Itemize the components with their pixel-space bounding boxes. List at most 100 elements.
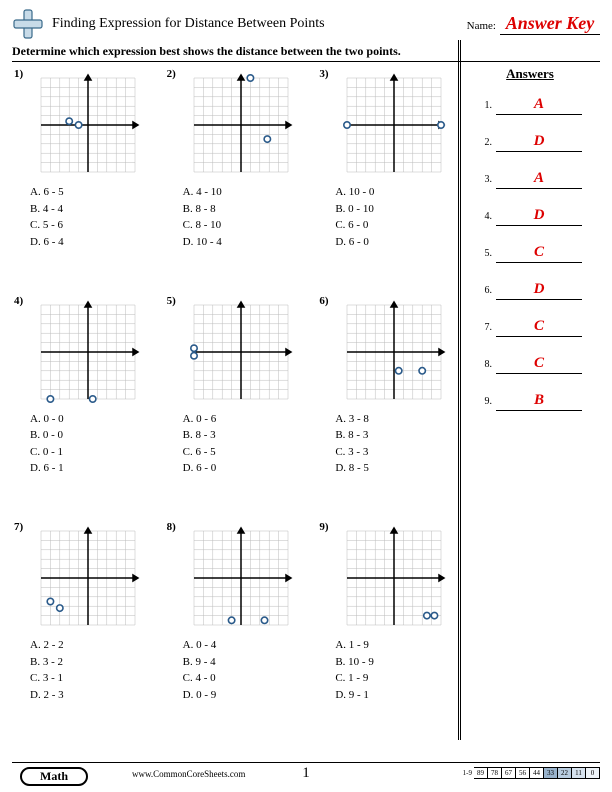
- instruction-text: Determine which expression best shows th…: [12, 44, 600, 62]
- choice: D. 10 - 4: [183, 234, 314, 251]
- answer-row: 1.A: [478, 96, 582, 115]
- choice: C. 8 - 10: [183, 217, 314, 234]
- answer-value: C: [496, 318, 582, 337]
- score-cell: 0: [586, 767, 600, 779]
- choice: C. 3 - 3: [335, 444, 466, 461]
- answer-choices: A. 0 - 4B. 9 - 4C. 4 - 0D. 0 - 9: [169, 637, 314, 703]
- answer-row: 3. A: [478, 170, 582, 189]
- problem-number: 4): [14, 295, 23, 307]
- problem-number: 9): [319, 521, 328, 533]
- coordinate-graph: [339, 70, 449, 180]
- cross-icon: [12, 8, 44, 40]
- score-cell: 33: [544, 767, 558, 779]
- choice: C. 3 - 1: [30, 670, 161, 687]
- score-cell: 56: [516, 767, 530, 779]
- choice: A. 4 - 10: [183, 184, 314, 201]
- answer-row: 7.C: [478, 318, 582, 337]
- choice: A. 6 - 5: [30, 184, 161, 201]
- column-divider: [460, 40, 461, 740]
- choice: B. 8 - 3: [335, 427, 466, 444]
- page-number: 1: [302, 765, 310, 782]
- choice: D. 0 - 9: [183, 687, 314, 704]
- coordinate-graph: [33, 70, 143, 180]
- coordinate-graph: [186, 523, 296, 633]
- column-divider: [458, 40, 459, 740]
- choice: A. 0 - 6: [183, 411, 314, 428]
- site-url: www.CommonCoreSheets.com: [132, 769, 245, 779]
- choice: D. 8 - 5: [335, 460, 466, 477]
- problem: 9) A. 1 - 9B. 10 - 9C. 1 - 9D. 9 - 1: [317, 519, 470, 746]
- problem: 6) A. 3 - 8B. 8 - 3C. 3 - 3D. 8 - 5: [317, 293, 470, 520]
- answer-key-label: Answer Key: [500, 13, 600, 35]
- answer-row: 4. D: [478, 207, 582, 226]
- problem: 7)A. 2 - 2B. 3 - 2C. 3 - 1D. 2 - 3: [12, 519, 165, 746]
- answer-row: 6.D: [478, 281, 582, 300]
- score-cell: 22: [558, 767, 572, 779]
- choice: A. 0 - 4: [183, 637, 314, 654]
- answer-value: D: [496, 207, 582, 226]
- answer-value: C: [496, 355, 582, 374]
- problem: 1)A. 6 - 5B. 4 - 4C. 5 - 6D. 6 - 4: [12, 66, 165, 293]
- choice: A. 2 - 2: [30, 637, 161, 654]
- answer-choices: A. 1 - 9B. 10 - 9C. 1 - 9D. 9 - 1: [321, 637, 466, 703]
- problem-number: 5): [167, 295, 176, 307]
- score-cell: 89: [474, 767, 488, 779]
- answers-header: Answers: [478, 66, 582, 82]
- problem: 2) A. 4 - 10B. 8 - 8C. 8 - 10D. 10 - 4: [165, 66, 318, 293]
- choice: B. 4 - 4: [30, 201, 161, 218]
- problem: 3) A. 10 - 0B. 0 - 10C. 6 - 0D. 6 - 0: [317, 66, 470, 293]
- name-label: Name:: [467, 20, 496, 32]
- answer-row: 5. C: [478, 244, 582, 263]
- page-title: Finding Expression for Distance Between …: [52, 16, 325, 32]
- problem: 5) A. 0 - 6B. 8 - 3C. 6 - 5D. 6 - 0: [165, 293, 318, 520]
- coordinate-graph: [186, 297, 296, 407]
- problem-number: 2): [167, 68, 176, 80]
- score-range-label: 1-9: [463, 767, 474, 779]
- answer-number: 4.: [478, 211, 492, 222]
- choice: D. 2 - 3: [30, 687, 161, 704]
- problem: 4) A. 0 - 0B. 0 - 0C. 0 - 1D. 6 - 1: [12, 293, 165, 520]
- answer-value: A: [496, 96, 582, 115]
- answer-choices: A. 0 - 0B. 0 - 0C. 0 - 1D. 6 - 1: [16, 411, 161, 477]
- answer-value: B: [496, 392, 582, 411]
- choice: B. 0 - 10: [335, 201, 466, 218]
- choice: C. 4 - 0: [183, 670, 314, 687]
- answer-value: D: [496, 133, 582, 152]
- answer-row: 8.C: [478, 355, 582, 374]
- choice: D. 6 - 1: [30, 460, 161, 477]
- choice: A. 1 - 9: [335, 637, 466, 654]
- answer-number: 2.: [478, 137, 492, 148]
- choice: D. 6 - 4: [30, 234, 161, 251]
- problem: 8) A. 0 - 4B. 9 - 4C. 4 - 0D. 0 - 9: [165, 519, 318, 746]
- math-badge: Math: [20, 767, 88, 786]
- choice: B. 8 - 8: [183, 201, 314, 218]
- choice: C. 1 - 9: [335, 670, 466, 687]
- choice: C. 6 - 5: [183, 444, 314, 461]
- choice: D. 6 - 0: [335, 234, 466, 251]
- answer-choices: A. 6 - 5B. 4 - 4C. 5 - 6D. 6 - 4: [16, 184, 161, 250]
- answer-number: 3.: [478, 174, 492, 185]
- choice: C. 5 - 6: [30, 217, 161, 234]
- score-cell: 44: [530, 767, 544, 779]
- coordinate-graph: [33, 297, 143, 407]
- problem-number: 7): [14, 521, 23, 533]
- answer-value: A: [496, 170, 582, 189]
- answer-number: 9.: [478, 396, 492, 407]
- answer-value: C: [496, 244, 582, 263]
- choice: A. 10 - 0: [335, 184, 466, 201]
- score-cell: 67: [502, 767, 516, 779]
- problem-number: 3): [319, 68, 328, 80]
- answer-choices: A. 10 - 0B. 0 - 10C. 6 - 0D. 6 - 0: [321, 184, 466, 250]
- coordinate-graph: [339, 297, 449, 407]
- answer-number: 5.: [478, 248, 492, 259]
- problem-number: 8): [167, 521, 176, 533]
- choice: A. 0 - 0: [30, 411, 161, 428]
- choice: B. 8 - 3: [183, 427, 314, 444]
- choice: D. 6 - 0: [183, 460, 314, 477]
- coordinate-graph: [33, 523, 143, 633]
- answer-choices: A. 3 - 8B. 8 - 3C. 3 - 3D. 8 - 5: [321, 411, 466, 477]
- choice: B. 0 - 0: [30, 427, 161, 444]
- problem-number: 6): [319, 295, 328, 307]
- choice: C. 6 - 0: [335, 217, 466, 234]
- answer-choices: A. 4 - 10B. 8 - 8C. 8 - 10D. 10 - 4: [169, 184, 314, 250]
